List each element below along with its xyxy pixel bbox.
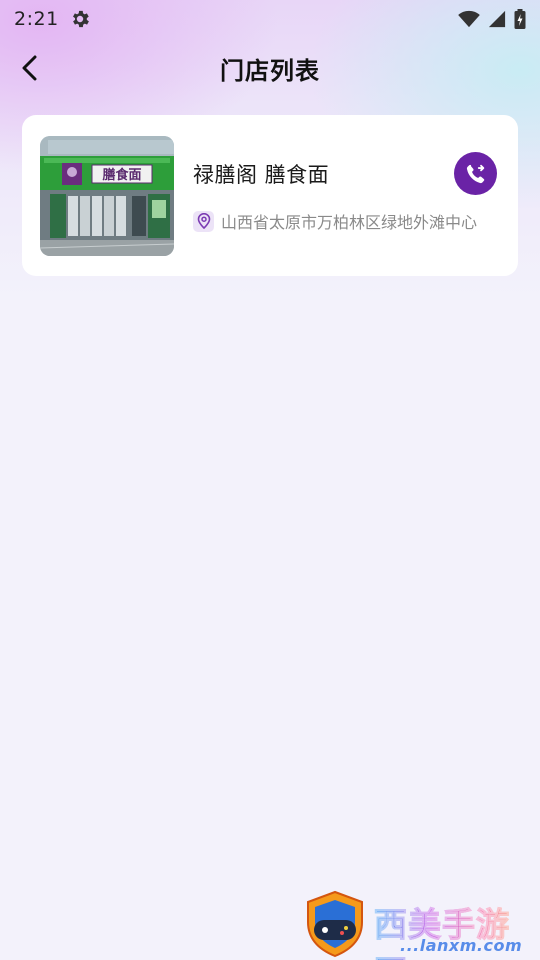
status-bar: 2:21: [0, 0, 540, 38]
storefront-image: 膳食面: [40, 136, 174, 256]
page-title: 门店列表: [220, 56, 320, 85]
store-photo: 膳食面: [40, 136, 174, 256]
store-name: 禄膳阁 膳食面: [193, 163, 330, 187]
battery-icon: [514, 9, 526, 29]
app-header: 门店列表: [0, 40, 540, 96]
call-button[interactable]: [454, 152, 497, 195]
status-icons: [458, 9, 526, 29]
gear-icon: [72, 10, 89, 28]
address-row: 山西省太原市万柏林区绿地外滩中心: [193, 209, 477, 233]
back-button[interactable]: [14, 52, 46, 84]
watermark-url: ...lanxm.com: [400, 936, 523, 955]
map-pin-icon: [197, 213, 210, 229]
chevron-left-icon: [22, 55, 37, 81]
gamepad-shield-logo: [307, 890, 363, 958]
wifi-icon: [458, 10, 480, 28]
site-watermark: 西美手游网 ...lanxm.com: [300, 890, 540, 960]
store-address: 山西省太原市万柏林区绿地外滩中心: [221, 213, 478, 232]
status-time: 2:21: [14, 8, 59, 30]
signal-icon: [488, 10, 506, 28]
phone-call-icon: [466, 164, 484, 183]
store-sign-text: 膳食面: [102, 167, 141, 183]
location-badge: [193, 210, 214, 232]
store-card[interactable]: 膳食面 禄膳阁 膳食面 山西省太原市万柏林区绿地外滩中心: [22, 115, 518, 276]
